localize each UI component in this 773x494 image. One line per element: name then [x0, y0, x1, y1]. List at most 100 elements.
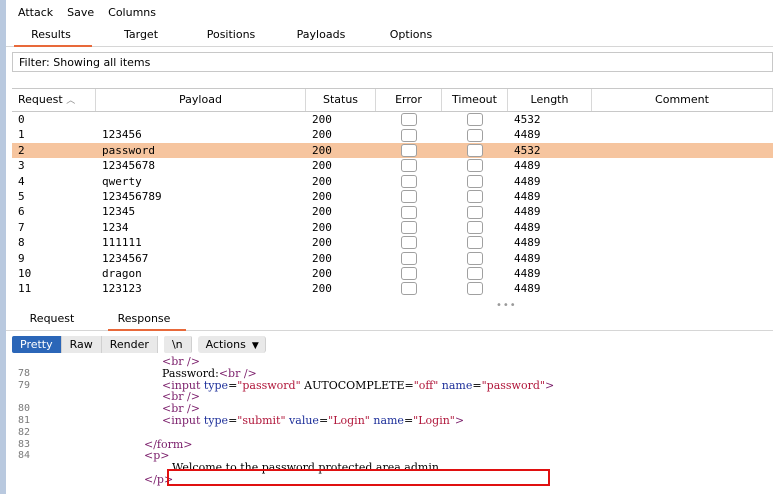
view-render-button[interactable]: Render	[101, 335, 158, 353]
cell-status: 200	[312, 189, 332, 203]
timeout-checkbox[interactable]	[467, 113, 483, 127]
code-token-attr: name	[438, 378, 473, 392]
table-row[interactable]: 10 dragon 200 4489	[12, 266, 773, 281]
timeout-checkbox[interactable]	[467, 236, 483, 250]
table-row[interactable]: 5 123456789 200 4489	[12, 189, 773, 204]
error-checkbox[interactable]	[401, 159, 417, 173]
tab-response[interactable]: Response	[98, 310, 190, 331]
timeout-checkbox[interactable]	[467, 220, 483, 234]
intruder-results-window: Attack Save Columns Results Target Posit…	[6, 0, 773, 494]
highlight-box	[167, 469, 550, 486]
cell-request: 5	[18, 189, 25, 203]
menu-bar: Attack Save Columns	[6, 2, 773, 22]
response-code-view[interactable]: <br /> 78 Password:<br /> 79 <input type="pa…	[12, 356, 773, 494]
column-header-status[interactable]: Status	[306, 89, 376, 111]
cell-length: 4532	[514, 143, 541, 157]
tab-results[interactable]: Results	[6, 25, 96, 47]
cell-status: 200	[312, 236, 332, 250]
cell-comment	[592, 251, 773, 266]
code-token-val: "Login"	[413, 413, 455, 427]
menu-attack[interactable]: Attack	[18, 6, 53, 19]
actions-dropdown[interactable]: Actions ▼	[197, 335, 266, 353]
cell-request: 6	[18, 205, 25, 219]
error-checkbox[interactable]	[401, 174, 417, 188]
cell-request: 1	[18, 128, 25, 142]
cell-status: 200	[312, 159, 332, 173]
tab-positions[interactable]: Positions	[186, 25, 276, 46]
tab-payloads[interactable]: Payloads	[276, 25, 366, 46]
tab-options[interactable]: Options	[366, 25, 456, 46]
error-checkbox[interactable]	[401, 251, 417, 265]
cell-status: 200	[312, 174, 332, 188]
timeout-checkbox[interactable]	[467, 143, 483, 157]
cell-length: 4532	[514, 113, 541, 126]
table-row[interactable]: 0 200 4532	[12, 112, 773, 127]
error-checkbox[interactable]	[401, 113, 417, 127]
cell-error	[376, 189, 442, 204]
error-checkbox[interactable]	[401, 267, 417, 281]
cell-payload: 111111	[102, 236, 142, 250]
cell-length: 4489	[514, 266, 541, 280]
column-header-timeout[interactable]: Timeout	[442, 89, 508, 111]
cell-timeout	[442, 174, 508, 189]
line-number: 82	[18, 426, 31, 438]
code-token-plain: =	[472, 378, 482, 392]
code-lines: <br /> 78 Password:<br /> 79 <input type="pa…	[12, 356, 773, 486]
error-checkbox[interactable]	[401, 143, 417, 157]
timeout-checkbox[interactable]	[467, 159, 483, 173]
timeout-checkbox[interactable]	[467, 267, 483, 281]
error-checkbox[interactable]	[401, 236, 417, 250]
cell-payload: 1234	[102, 220, 129, 234]
cell-error	[376, 127, 442, 142]
cell-status: 200	[312, 266, 332, 280]
cell-comment	[592, 281, 773, 296]
view-raw-button[interactable]: Raw	[61, 335, 102, 353]
timeout-checkbox[interactable]	[467, 251, 483, 265]
column-header-comment[interactable]: Comment	[592, 89, 773, 111]
error-checkbox[interactable]	[401, 128, 417, 142]
table-row[interactable]: 7 1234 200 4489	[12, 220, 773, 235]
cell-length: 4489	[514, 236, 541, 250]
column-header-request[interactable]: Request ︿	[12, 89, 96, 111]
column-header-payload[interactable]: Payload	[96, 89, 306, 111]
table-row[interactable]: 2 password 200 4532	[12, 142, 773, 159]
table-row[interactable]: 3 12345678 200 4489	[12, 158, 773, 173]
sort-ascending-icon: ︿	[66, 96, 76, 106]
timeout-checkbox[interactable]	[467, 190, 483, 204]
column-header-error[interactable]: Error	[376, 89, 442, 111]
timeout-checkbox[interactable]	[467, 128, 483, 142]
timeout-checkbox[interactable]	[467, 205, 483, 219]
cell-request: 0	[18, 113, 25, 126]
table-row[interactable]: 8 111111 200 4489	[12, 235, 773, 250]
code-token-val: "password"	[237, 378, 301, 392]
view-toolbar: Pretty Raw Render \n Actions ▼	[12, 334, 773, 354]
table-row[interactable]: 6 12345 200 4489	[12, 204, 773, 219]
code-token-attr: value	[285, 413, 319, 427]
cell-payload: 1234567	[102, 251, 149, 265]
filter-bar[interactable]: Filter: Showing all items	[12, 52, 773, 72]
menu-columns[interactable]: Columns	[108, 6, 156, 19]
table-row[interactable]: 11 123123 200 4489	[12, 281, 773, 296]
cell-comment	[592, 266, 773, 281]
view-pretty-button[interactable]: Pretty	[12, 335, 62, 353]
timeout-checkbox[interactable]	[467, 282, 483, 296]
cell-timeout	[442, 127, 508, 142]
error-checkbox[interactable]	[401, 190, 417, 204]
table-row[interactable]: 9 1234567 200 4489	[12, 251, 773, 266]
line-number: 78	[18, 367, 31, 379]
cell-payload: dragon	[102, 266, 142, 280]
error-checkbox[interactable]	[401, 205, 417, 219]
show-newlines-button[interactable]: \n	[163, 335, 192, 353]
menu-save[interactable]: Save	[67, 6, 94, 19]
table-row[interactable]: 1 123456 200 4489	[12, 127, 773, 142]
cell-status: 200	[312, 128, 332, 142]
column-header-length[interactable]: Length	[508, 89, 592, 111]
code-token-val: "submit"	[237, 413, 286, 427]
tab-target[interactable]: Target	[96, 25, 186, 46]
table-row[interactable]: 4 qwerty 200 4489	[12, 174, 773, 189]
error-checkbox[interactable]	[401, 220, 417, 234]
error-checkbox[interactable]	[401, 282, 417, 296]
tab-request[interactable]: Request	[6, 310, 98, 330]
code-text: <input type="password" AUTOCOMPLETE="off…	[162, 378, 554, 392]
timeout-checkbox[interactable]	[467, 174, 483, 188]
